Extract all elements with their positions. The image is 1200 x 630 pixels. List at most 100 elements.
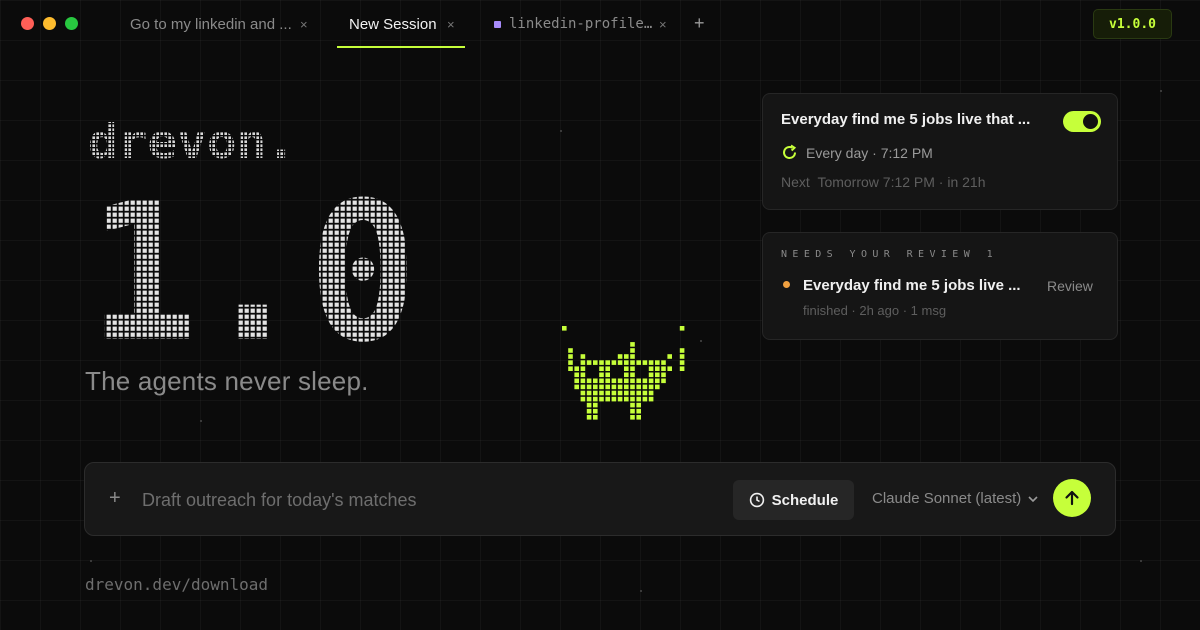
tab-close-icon[interactable]: × [659,17,667,32]
robot-pixel [624,384,629,390]
model-selector[interactable]: Claude Sonnet (latest) [872,490,1039,507]
robot-pixel [648,372,654,378]
robot-mascot-icon [562,326,685,420]
robot-pixel [599,384,604,390]
robot-pixel [630,360,635,365]
schedule-row: Every day · 7:12 PM [781,144,933,161]
robot-pixel [636,396,641,402]
arrow-up-icon [1065,490,1079,506]
robot-pixel [593,415,598,420]
robot-pixel [605,396,610,402]
robot-pixel [580,390,586,396]
version-badge: v1.0.0 [1093,9,1172,39]
robot-pixel [611,384,617,390]
background-speck [1140,560,1142,562]
robot-pixel [630,402,635,408]
next-label: Next [781,174,810,190]
robot-pixel [586,396,592,402]
robot-pixel [593,402,598,408]
schedule-button[interactable]: Schedule [733,480,854,520]
background-speck [90,560,92,562]
robot-pixel [580,354,586,359]
robot-pixel [636,384,641,390]
robot-pixel [593,396,598,402]
review-button[interactable]: Review [1047,278,1093,294]
file-icon [494,20,501,28]
robot-pixel [630,384,635,390]
maximize-window-button[interactable] [65,17,78,30]
drevon-logo: drevon. [88,120,296,164]
robot-pixel [574,366,579,371]
tab-label: Go to my linkedin and ... [130,15,292,33]
robot-pixel [605,366,610,371]
robot-pixel [611,360,617,365]
robot-pixel [580,384,586,390]
background-speck [1160,90,1162,92]
robot-pixel [648,378,654,384]
background-speck [640,590,642,592]
robot-pixel [580,396,586,402]
robot-pixel [617,384,623,390]
chevron-down-icon [1028,495,1038,502]
version-display: 1.0 [88,194,418,344]
robot-pixel [624,354,629,359]
tab-linkedin-profile[interactable]: linkedin-profile… × [494,0,674,48]
tab-label: linkedin-profile… [509,16,653,32]
robot-pixel [630,415,635,420]
robot-pixel [667,354,672,359]
robot-pixel [679,348,685,353]
robot-pixel [605,378,610,384]
robot-pixel [599,366,604,371]
robot-pixel [605,360,610,365]
robot-pixel [624,396,629,402]
robot-pixel [630,378,635,384]
robot-pixel [642,384,648,390]
robot-pixel [617,390,623,396]
send-button[interactable] [1053,479,1091,517]
robot-pixel [630,342,635,347]
robot-pixel [648,390,654,396]
schedule-toggle[interactable] [1063,111,1101,132]
robot-pixel [568,366,573,371]
robot-pixel [593,384,598,390]
robot-pixel [568,354,573,359]
scheduled-task-card[interactable]: Everyday find me 5 jobs live that ... Ev… [762,93,1118,210]
robot-pixel [568,360,573,365]
tagline: The agents never sleep. [85,366,369,396]
prompt-input[interactable] [142,485,702,515]
minimize-window-button[interactable] [43,17,56,30]
composer: + Schedule Claude Sonnet (latest) [84,462,1116,536]
robot-pixel [648,384,654,390]
robot-pixel [586,415,592,420]
tab-close-icon[interactable]: × [300,17,308,32]
download-link[interactable]: drevon.dev/download [85,575,268,594]
robot-pixel [599,372,604,378]
robot-pixel [574,378,579,384]
review-label: NEEDS YOUR REVIEW [781,249,976,260]
add-tab-button[interactable]: + [694,13,705,34]
robot-pixel [605,372,610,378]
robot-pixel [617,354,623,359]
robot-pixel [586,378,592,384]
review-card: NEEDS YOUR REVIEW 1 Everyday find me 5 j… [762,232,1118,340]
tab-close-icon[interactable]: × [447,17,455,32]
tab-linkedin-task[interactable]: Go to my linkedin and ... × [130,0,320,48]
attach-button[interactable]: + [109,487,121,510]
robot-pixel [679,366,685,371]
robot-pixel [599,390,604,396]
close-window-button[interactable] [21,17,34,30]
robot-pixel [586,402,592,408]
robot-pixel [679,326,685,331]
robot-pixel [605,390,610,396]
robot-pixel [630,354,635,359]
robot-pixel [611,390,617,396]
robot-pixel [661,360,666,365]
clock-icon [749,492,764,508]
tab-new-session[interactable]: New Session × [337,0,465,48]
logo-text: drevon. [88,120,296,164]
robot-pixel [599,396,604,402]
robot-pixel [679,360,685,365]
robot-pixel [617,378,623,384]
robot-pixel [667,366,672,371]
review-item-title[interactable]: Everyday find me 5 jobs live ... [803,277,1021,294]
